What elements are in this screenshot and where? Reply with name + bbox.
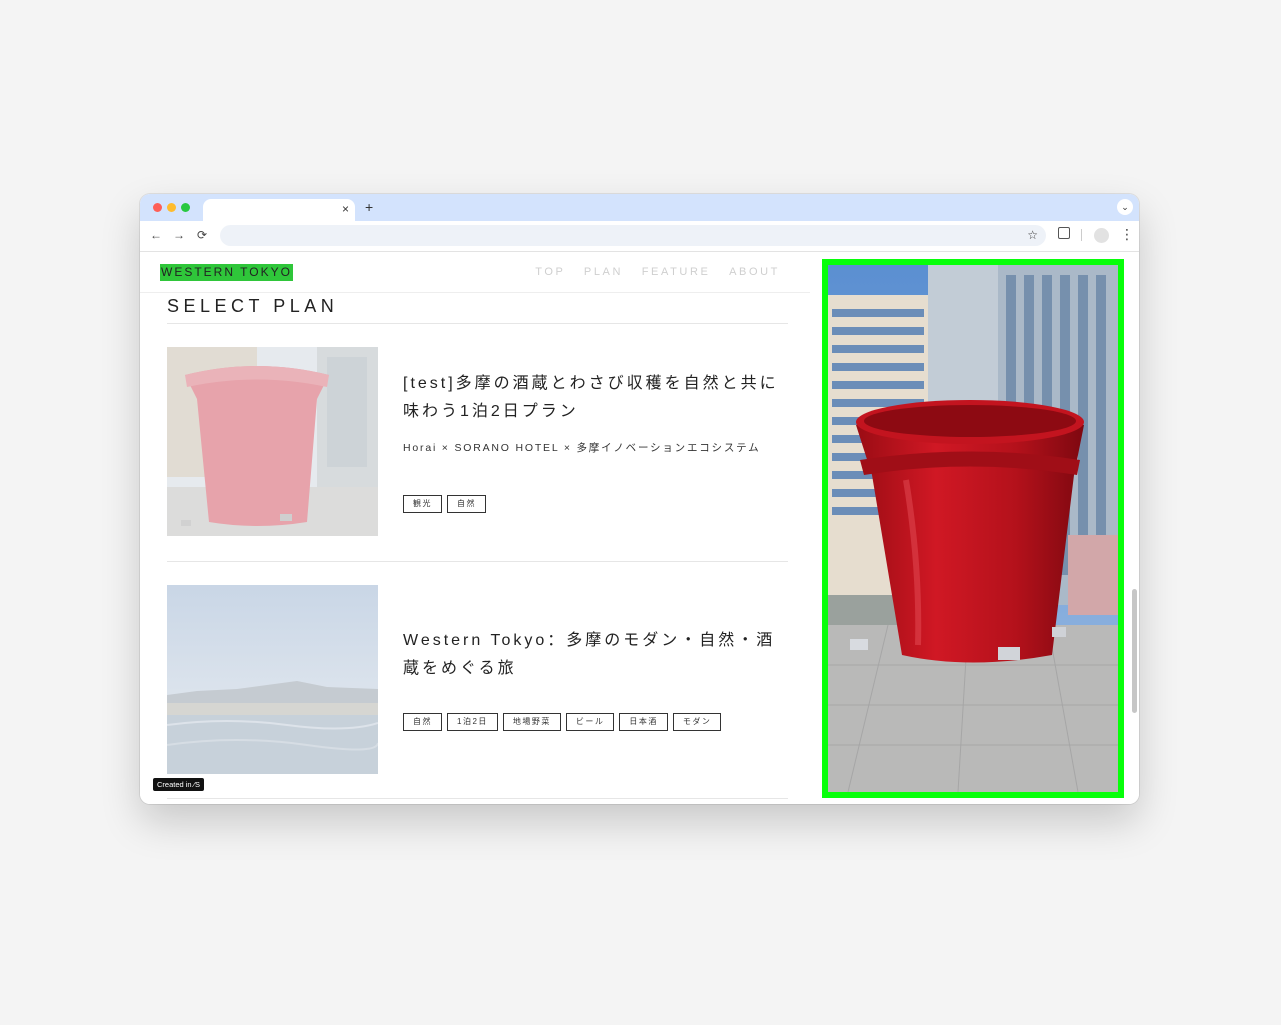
red-pot-photo xyxy=(167,347,378,536)
tag[interactable]: 観光 xyxy=(403,495,442,513)
forward-icon[interactable]: → xyxy=(173,228,185,242)
site-header: WESTERN TOKYO TOP PLAN FEATURE ABOUT xyxy=(140,252,810,293)
close-window-button[interactable] xyxy=(153,203,162,212)
red-pot-hero-photo xyxy=(828,265,1118,792)
nav-feature[interactable]: FEATURE xyxy=(642,266,711,278)
hero-image-frame xyxy=(822,259,1124,798)
web-page: WESTERN TOKYO TOP PLAN FEATURE ABOUT SEL… xyxy=(140,252,1139,804)
plan-card[interactable]: Western Tokyo：多摩のモダン・自然・酒蔵をめぐる旅 自然 1泊2日 地場… xyxy=(167,585,788,775)
reload-icon[interactable]: ⟳ xyxy=(197,228,207,242)
divider xyxy=(167,561,788,562)
tab-close-icon[interactable]: × xyxy=(342,201,349,217)
toolbar-divider xyxy=(1081,229,1082,241)
plan-title[interactable]: [test]多摩の酒蔵とわさび収穫を自然と共に味わう1泊2日プラン xyxy=(403,370,788,426)
section-title: SELECT PLAN xyxy=(167,296,339,316)
back-icon[interactable]: ← xyxy=(150,228,162,242)
active-tab[interactable]: × xyxy=(203,199,355,221)
site-logo[interactable]: WESTERN TOKYO xyxy=(160,264,293,281)
tag[interactable]: 地場野菜 xyxy=(502,713,561,731)
zoom-window-button[interactable] xyxy=(181,203,190,212)
browser-toolbar: ← → ⟳ ☆ ⋮ xyxy=(140,221,1139,252)
plan-subtitle: Horai × SORANO HOTEL × 多摩イノベーションエコシステム xyxy=(403,442,761,454)
created-in-badge[interactable]: Created in ⁄S xyxy=(153,778,204,791)
plan-image[interactable] xyxy=(167,585,378,774)
browser-menu-icon[interactable]: ⋮ xyxy=(1120,226,1134,242)
minimize-window-button[interactable] xyxy=(167,203,176,212)
tab-bar: × + ⌄ xyxy=(140,194,1139,221)
plan-title[interactable]: Western Tokyo：多摩のモダン・自然・酒蔵をめぐる旅 xyxy=(403,627,788,683)
plan-tags: 観光 自然 xyxy=(403,495,491,513)
nav-top[interactable]: TOP xyxy=(535,266,565,278)
tag[interactable]: 1泊2日 xyxy=(447,713,498,731)
nav-plan[interactable]: PLAN xyxy=(584,266,623,278)
pool-view-photo xyxy=(167,585,378,774)
address-bar[interactable]: ☆ xyxy=(220,225,1046,246)
tag[interactable]: モダン xyxy=(672,713,722,731)
tag[interactable]: 自然 xyxy=(403,713,442,731)
browser-window: × + ⌄ ← → ⟳ ☆ ⋮ WESTERN TOKYO TOP PLAN F… xyxy=(140,194,1139,804)
nav-about[interactable]: ABOUT xyxy=(729,266,780,278)
plan-tags: 自然 1泊2日 地場野菜 ビール 日本酒 モダン xyxy=(403,713,726,731)
new-tab-button[interactable]: + xyxy=(365,199,373,215)
tag[interactable]: ビール xyxy=(565,713,615,731)
page-scrollbar[interactable] xyxy=(1132,589,1137,713)
extensions-icon[interactable] xyxy=(1058,227,1070,239)
site-nav: TOP PLAN FEATURE ABOUT xyxy=(522,266,780,278)
tab-search-icon[interactable]: ⌄ xyxy=(1117,199,1133,215)
plan-image[interactable] xyxy=(167,347,378,536)
plan-card[interactable]: [test]多摩の酒蔵とわさび収穫を自然と共に味わう1泊2日プラン Horai … xyxy=(167,347,788,537)
divider xyxy=(167,798,788,799)
divider xyxy=(167,323,788,324)
profile-avatar[interactable] xyxy=(1094,228,1109,243)
bookmark-star-icon[interactable]: ☆ xyxy=(1027,228,1038,242)
tag[interactable]: 日本酒 xyxy=(619,713,668,731)
tag[interactable]: 自然 xyxy=(447,495,486,513)
